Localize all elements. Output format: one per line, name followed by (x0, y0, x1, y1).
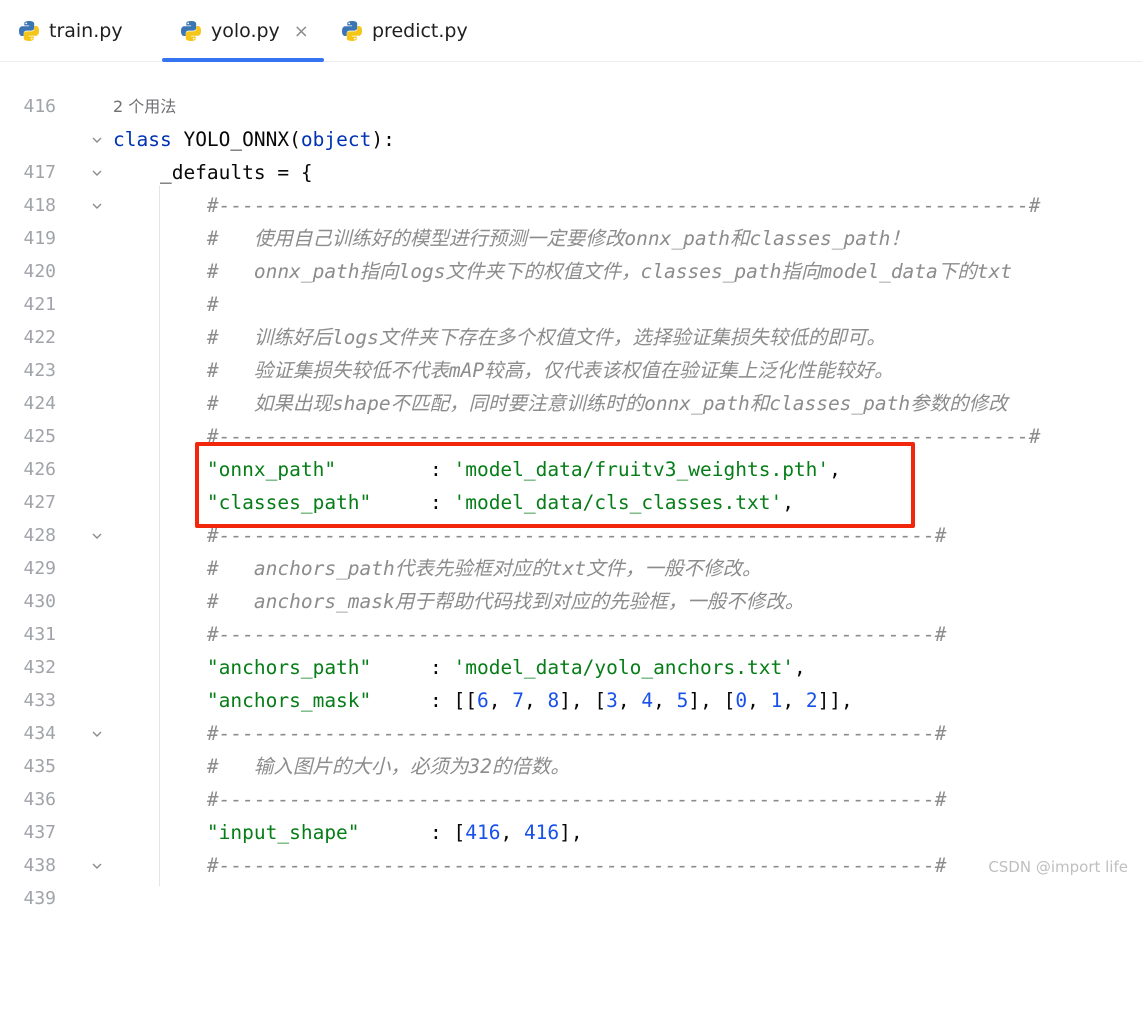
tab-predict-py[interactable]: predict.py (341, 0, 468, 62)
code-comment: #---------------------------------------… (113, 194, 1041, 217)
code-comment: # 使用自己训练好的模型进行预测一定要修改onnx_path和classes_p… (113, 227, 910, 250)
code-line: 418 _defaults = { (0, 156, 1142, 216)
highlight-box (195, 442, 915, 528)
fold-chevron-icon[interactable] (89, 717, 105, 750)
python-file-icon (180, 20, 202, 42)
tab-train-py[interactable]: train.py (18, 0, 123, 62)
editor-tab-bar: train.py yolo.py × predict.py (0, 0, 1142, 62)
fold-chevron-icon[interactable] (89, 519, 105, 552)
code-comment: #---------------------------------------… (113, 788, 947, 811)
code-line: 421 # onnx_path指向logs文件夹下的权值文件，classes_p… (0, 255, 1142, 315)
code-comment: # 验证集损失较低不代表mAP较高，仅代表该权值在验证集上泛化性能较好。 (113, 359, 894, 382)
code-text: class YOLO_ONNX(object): (113, 128, 395, 151)
code-text: "anchors_path" : 'model_data/yolo_anchor… (206, 656, 806, 679)
code-line: 434 "anchors_mask" : [[6, 7, 8], [3, 4, … (0, 684, 1142, 744)
tab-label: yolo.py (211, 20, 280, 42)
code-line: 437 #-----------------------------------… (0, 783, 1142, 843)
code-line: 417 class YOLO_ONNX(object): (0, 123, 1142, 183)
code-comment: # anchors_mask用于帮助代码找到对应的先验框，一般不修改。 (113, 590, 805, 613)
usages-hint[interactable]: 2 个用法 (113, 90, 176, 123)
code-line: 430 # anchors_path代表先验框对应的txt文件，一般不修改。 (0, 552, 1142, 612)
watermark: CSDN @import life (988, 858, 1128, 876)
python-file-icon (18, 20, 40, 42)
tab-label: train.py (49, 20, 123, 42)
code-comment: # onnx_path指向logs文件夹下的权值文件，classes_path指… (113, 260, 1012, 283)
fold-chevron-icon[interactable] (89, 189, 105, 222)
line-number: 439 (23, 888, 56, 909)
code-line: 422 # (0, 288, 1142, 348)
fold-chevron-icon[interactable] (89, 123, 105, 156)
code-line: 424 # 验证集损失较低不代表mAP较高，仅代表该权值在验证集上泛化性能较好。 (0, 354, 1142, 414)
code-line: 425 # 如果出现shape不匹配，同时要注意训练时的onnx_path和cl… (0, 387, 1142, 447)
code-comment: # (113, 293, 219, 316)
code-comment: #---------------------------------------… (113, 722, 947, 745)
code-line: 438 "input_shape" : [416, 416], (0, 816, 1142, 876)
code-text: _defaults = { (113, 161, 313, 184)
usages-hint-row: 2 个用法 (0, 90, 1142, 123)
fold-chevron-icon[interactable] (89, 156, 105, 189)
code-line: 419 #-----------------------------------… (0, 189, 1142, 249)
code-text: "anchors_mask" : [[6, 7, 8], [3, 4, 5], … (206, 689, 853, 712)
code-comment: # 输入图片的大小，必须为32的倍数。 (113, 755, 570, 778)
tab-yolo-py[interactable]: yolo.py × (162, 0, 324, 62)
code-comment: # 如果出现shape不匹配，同时要注意训练时的onnx_path和classe… (113, 392, 1008, 415)
code-line: 432 #-----------------------------------… (0, 618, 1142, 678)
code-line: 439 #-----------------------------------… (0, 849, 1142, 909)
close-icon[interactable]: × (294, 21, 309, 42)
tab-label: predict.py (372, 20, 468, 42)
code-text: "input_shape" : [416, 416], (206, 821, 583, 844)
code-comment: #---------------------------------------… (113, 854, 947, 877)
code-line: 423 # 训练好后logs文件夹下存在多个权值文件，选择验证集损失较低的即可。 (0, 321, 1142, 381)
code-line: 420 # 使用自己训练好的模型进行预测一定要修改onnx_path和class… (0, 222, 1142, 282)
code-comment: # anchors_path代表先验框对应的txt文件，一般不修改。 (113, 557, 762, 580)
code-line: 416 (0, 57, 1142, 117)
code-comment: #---------------------------------------… (113, 623, 947, 646)
code-comment: # 训练好后logs文件夹下存在多个权值文件，选择验证集损失较低的即可。 (113, 326, 886, 349)
code-line: 436 # 输入图片的大小，必须为32的倍数。 (0, 750, 1142, 810)
code-line: 431 # anchors_mask用于帮助代码找到对应的先验框，一般不修改。 (0, 585, 1142, 645)
python-file-icon (341, 20, 363, 42)
code-line: 435 #-----------------------------------… (0, 717, 1142, 777)
fold-chevron-icon[interactable] (89, 849, 105, 882)
code-line: 433 "anchors_path" : 'model_data/yolo_an… (0, 651, 1142, 711)
